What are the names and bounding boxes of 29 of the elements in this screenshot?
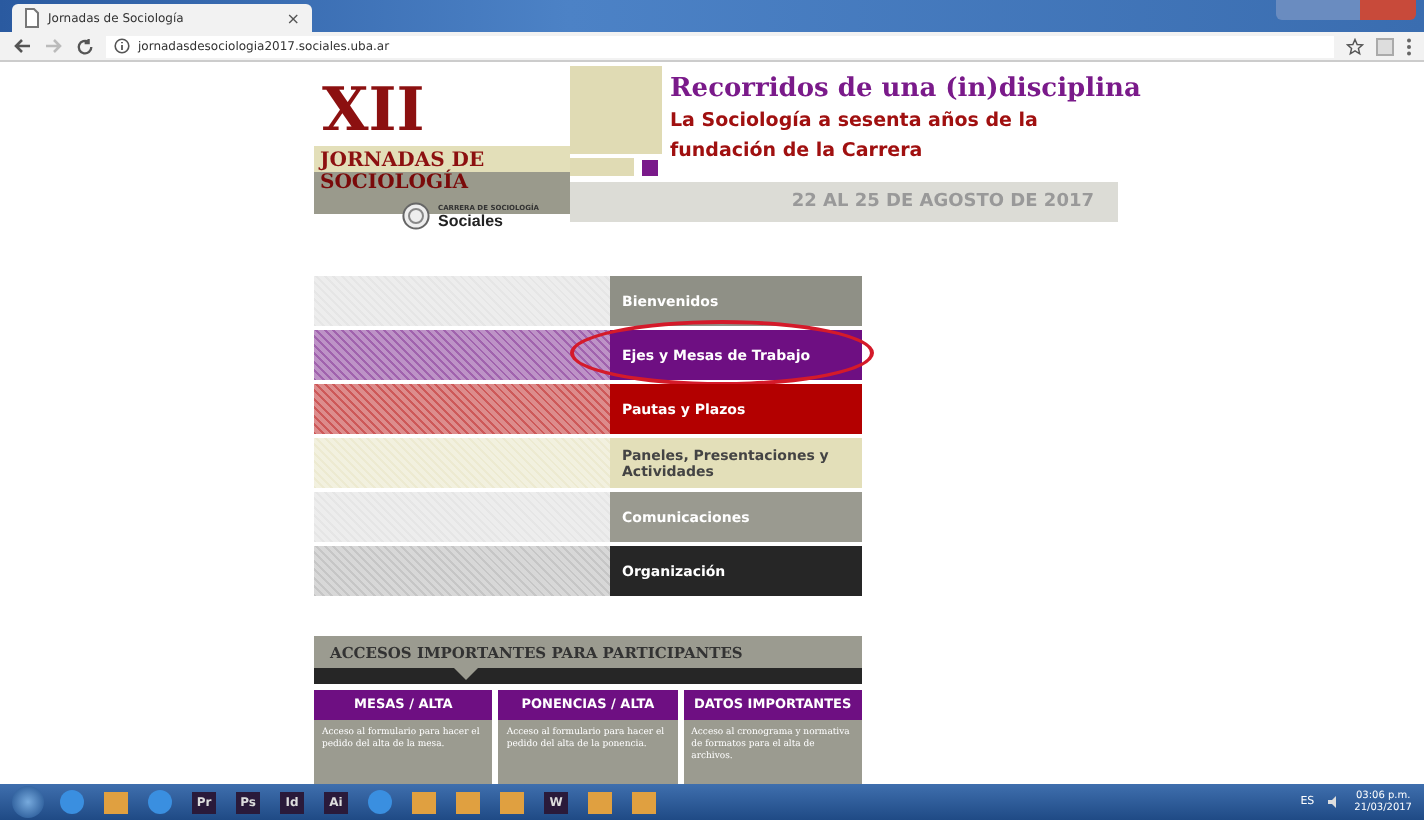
site-subtitle: La Sociología a sesenta años de la fundación de la Carrera: [670, 108, 1040, 166]
reload-icon[interactable]: [76, 37, 94, 55]
app-icon[interactable]: [456, 791, 480, 813]
app-icon[interactable]: [104, 791, 128, 813]
decorative-block: [570, 158, 634, 176]
start-button[interactable]: [12, 786, 44, 818]
page-icon: [24, 8, 40, 28]
decorative-square: [570, 66, 662, 154]
app-icon[interactable]: [148, 790, 172, 814]
back-icon[interactable]: [12, 38, 32, 54]
logo-wordmark: Sociales: [438, 211, 505, 229]
menu-icon[interactable]: [1406, 37, 1412, 55]
app-icon[interactable]: [60, 790, 84, 814]
forward-icon[interactable]: [44, 38, 64, 54]
extension-icon[interactable]: [1376, 37, 1394, 55]
edition-number: XII: [320, 78, 427, 146]
site-title: Recorridos de una (in)disciplina: [670, 74, 1141, 104]
university-seal-icon: [402, 202, 430, 230]
decorative-square: [642, 159, 658, 175]
star-icon[interactable]: [1346, 37, 1364, 55]
app-icon[interactable]: [500, 791, 524, 813]
info-icon: [114, 38, 130, 54]
app-icon[interactable]: [412, 791, 436, 813]
close-tab-button[interactable]: ×: [286, 9, 300, 27]
window-controls[interactable]: [1276, 0, 1416, 20]
app-icon[interactable]: [588, 791, 612, 813]
event-dates: 22 AL 25 DE AGOSTO DE 2017: [791, 192, 1094, 212]
app-icon[interactable]: [368, 790, 392, 814]
app-icon[interactable]: [632, 791, 656, 813]
